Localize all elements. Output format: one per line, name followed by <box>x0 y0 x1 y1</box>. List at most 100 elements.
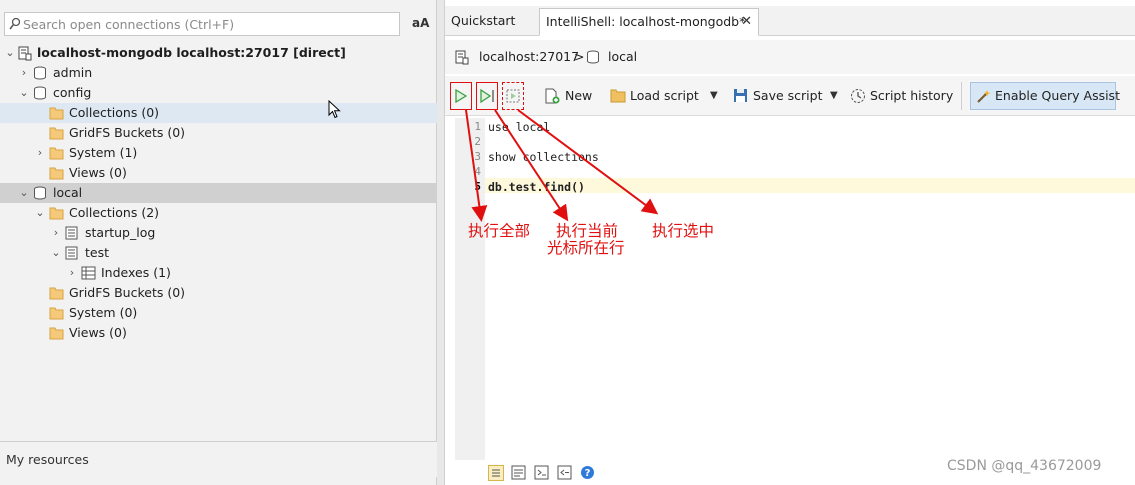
code-editor[interactable]: use local show collections db.test.find(… <box>485 118 1135 460</box>
tab-label: Quickstart <box>451 13 516 28</box>
folder-open-icon <box>610 88 626 110</box>
tree-label: System (0) <box>69 305 138 320</box>
chevron-right-icon[interactable]: › <box>66 263 78 283</box>
play-selection-icon <box>506 89 520 103</box>
new-file-icon <box>544 88 560 111</box>
tree-item-config-gridfs[interactable]: GridFS Buckets (0) <box>0 123 437 143</box>
tree-label: local <box>53 185 83 200</box>
document-view-icon[interactable] <box>511 465 526 483</box>
load-script-button[interactable]: Load script ▼ <box>610 85 722 107</box>
magic-wand-icon <box>976 89 991 107</box>
tree-item-indexes[interactable]: › Indexes (1) <box>0 263 437 283</box>
text-view-icon[interactable] <box>488 465 504 481</box>
watermark: CSDN @qq_43672009 <box>947 458 1102 474</box>
breadcrumb: localhost:27017 > local <box>445 40 1135 74</box>
tree-label: Indexes (1) <box>101 265 171 280</box>
tree-label: Views (0) <box>69 325 127 340</box>
mouse-cursor-icon <box>328 99 342 123</box>
chevron-down-icon[interactable]: ⌄ <box>34 203 46 223</box>
history-icon <box>850 88 866 111</box>
help-icon[interactable]: ? <box>580 465 595 483</box>
search-box[interactable] <box>4 12 400 36</box>
indent-icon[interactable] <box>534 465 549 483</box>
execute-selected-button[interactable] <box>502 82 524 110</box>
script-history-label: Script history <box>870 88 954 103</box>
tree-label: startup_log <box>85 225 156 240</box>
tab-label: IntelliShell: localhost-mongodb* <box>546 14 746 29</box>
tree-label: test <box>85 245 110 260</box>
tree-label: Collections (2) <box>69 205 160 220</box>
tree-label: config <box>53 85 92 100</box>
tree-item-local[interactable]: ⌄ local <box>0 183 437 203</box>
line-number: 2 <box>474 135 481 148</box>
tree-item-local-gridfs[interactable]: GridFS Buckets (0) <box>0 283 437 303</box>
search-input[interactable] <box>23 15 393 33</box>
breadcrumb-separator: > <box>574 49 585 64</box>
enable-query-assist-button[interactable]: Enable Query Assist <box>970 82 1120 110</box>
outdent-icon[interactable] <box>557 465 572 483</box>
line-number: 3 <box>474 150 481 163</box>
folder-icon <box>49 326 64 346</box>
save-script-button[interactable]: Save script ▼ <box>733 85 843 107</box>
tree-item-admin[interactable]: › admin <box>0 63 437 83</box>
chevron-right-icon[interactable]: › <box>18 63 30 83</box>
annotation-run-all: 执行全部 <box>468 222 531 240</box>
dropdown-caret-icon[interactable]: ▼ <box>830 85 838 107</box>
tree-label: GridFS Buckets (0) <box>69 125 186 140</box>
play-line-icon <box>480 89 494 103</box>
line-number-current: 5 <box>474 180 481 193</box>
script-history-button[interactable]: Script history <box>850 85 954 107</box>
search-bar: aA <box>0 10 437 40</box>
tree-label: GridFS Buckets (0) <box>69 285 186 300</box>
breadcrumb-host[interactable]: localhost:27017 <box>479 49 579 64</box>
tree-label: admin <box>53 65 93 80</box>
execute-all-button[interactable] <box>450 82 472 110</box>
save-script-label: Save script <box>753 88 823 103</box>
server-icon <box>455 50 469 68</box>
tree-label: Collections (0) <box>69 105 160 120</box>
tree-item-config[interactable]: ⌄ config <box>0 83 437 103</box>
tree-item-local-system[interactable]: System (0) <box>0 303 437 323</box>
tree-label: System (1) <box>69 145 138 160</box>
my-resources-section[interactable]: My resources <box>0 441 437 477</box>
tree-item-connection[interactable]: ⌄ localhost-mongodb localhost:27017 [dir… <box>0 43 437 63</box>
code-line[interactable]: use local <box>488 120 550 134</box>
play-icon <box>455 89 467 103</box>
connection-label: localhost-mongodb localhost:27017 [direc… <box>37 45 346 60</box>
execute-current-line-button[interactable] <box>476 82 498 110</box>
annotation-run-current-2: 光标所在行 <box>547 239 625 257</box>
tab-bar: Quickstart IntelliShell: localhost-mongo… <box>445 6 1135 36</box>
tree-item-config-views[interactable]: Views (0) <box>0 163 437 183</box>
tree-item-startup-log[interactable]: › startup_log <box>0 223 437 243</box>
chevron-down-icon[interactable]: ⌄ <box>50 243 62 263</box>
tab-quickstart[interactable]: Quickstart <box>445 8 535 36</box>
annotation-run-selected: 执行选中 <box>652 222 715 240</box>
chevron-right-icon[interactable]: › <box>34 143 46 163</box>
new-label: New <box>565 88 593 103</box>
tree-item-config-system[interactable]: › System (1) <box>0 143 437 163</box>
tree-item-test[interactable]: ⌄ test <box>0 243 437 263</box>
match-case-toggle[interactable]: aA <box>412 16 429 30</box>
chevron-down-icon[interactable]: ⌄ <box>18 183 30 203</box>
panel-splitter[interactable] <box>437 0 445 485</box>
chevron-down-icon[interactable]: ⌄ <box>4 43 16 63</box>
tab-intellishell[interactable]: IntelliShell: localhost-mongodb* ✕ <box>539 8 759 36</box>
code-line[interactable]: show collections <box>488 150 599 164</box>
breadcrumb-db[interactable]: local <box>608 49 637 64</box>
chevron-down-icon[interactable]: ⌄ <box>18 83 30 103</box>
tree-item-config-collections[interactable]: Collections (0) <box>0 103 437 123</box>
tree-label: Views (0) <box>69 165 127 180</box>
new-script-button[interactable]: New <box>544 85 596 107</box>
load-script-label: Load script <box>630 88 699 103</box>
enable-query-assist-label: Enable Query Assist <box>995 88 1120 103</box>
tree-item-local-views[interactable]: Views (0) <box>0 323 437 343</box>
tree-item-local-collections[interactable]: ⌄ Collections (2) <box>0 203 437 223</box>
toolbar-divider <box>961 82 962 110</box>
toolbar: New Load script ▼ Save script ▼ Script h… <box>445 76 1135 116</box>
dropdown-caret-icon[interactable]: ▼ <box>710 85 718 107</box>
svg-text:?: ? <box>585 468 591 479</box>
line-number-gutter: 1 2 3 4 5 <box>455 118 485 460</box>
chevron-right-icon[interactable]: › <box>50 223 62 243</box>
code-line[interactable]: db.test.find() <box>488 180 585 194</box>
close-icon[interactable]: ✕ <box>741 9 752 35</box>
